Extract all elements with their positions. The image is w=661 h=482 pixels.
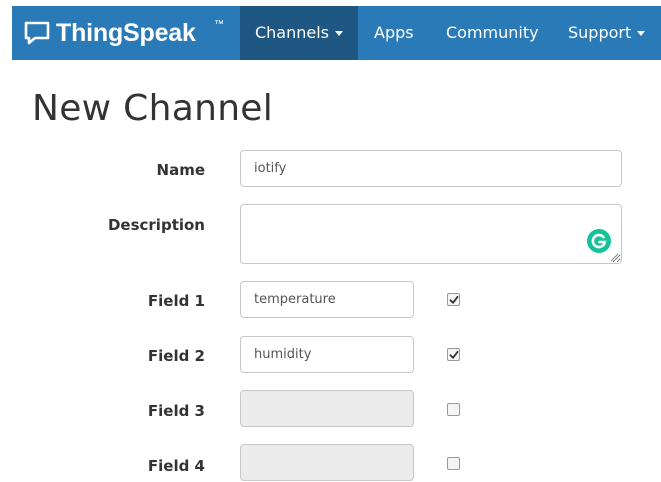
nav-support-label: Support (568, 23, 632, 42)
nav-apps-label: Apps (374, 23, 414, 42)
nav-channels-label: Channels (254, 23, 330, 42)
brand-name: ThingSpeak (56, 19, 196, 47)
field4-input[interactable] (240, 444, 414, 481)
nav-support[interactable]: Support (568, 6, 646, 60)
checkmark-icon (449, 350, 459, 359)
description-label: Description (107, 216, 205, 234)
brand-logo[interactable]: ThingSpeak ™ (12, 6, 240, 60)
top-navbar: ThingSpeak ™ Channels Apps Community Sup… (12, 6, 661, 60)
field1-label: Field 1 (147, 292, 205, 310)
page-title: New Channel (32, 88, 274, 129)
field3-label: Field 3 (147, 402, 205, 420)
name-input[interactable] (240, 150, 622, 187)
nav-community[interactable]: Community (446, 6, 539, 60)
resize-grip-icon[interactable] (609, 252, 619, 262)
description-textarea[interactable] (240, 204, 622, 264)
chevron-down-icon (637, 31, 646, 36)
grammarly-g-icon (591, 233, 607, 249)
chevron-down-icon (335, 31, 344, 36)
field2-input[interactable] (240, 336, 414, 373)
grammarly-icon[interactable] (587, 229, 611, 253)
field3-input[interactable] (240, 390, 414, 427)
name-label: Name (156, 161, 205, 179)
checkmark-icon (449, 295, 459, 304)
field3-checkbox[interactable] (447, 403, 460, 416)
field4-label: Field 4 (147, 457, 205, 475)
brand-trademark: ™ (214, 19, 224, 30)
field4-checkbox[interactable] (447, 457, 460, 470)
field1-input[interactable] (240, 281, 414, 318)
nav-channels[interactable]: Channels (240, 6, 358, 60)
field1-checkbox[interactable] (447, 293, 460, 306)
nav-community-label: Community (446, 23, 539, 42)
field2-label: Field 2 (147, 347, 205, 365)
speech-bubble-icon (24, 21, 50, 45)
nav-apps[interactable]: Apps (374, 6, 414, 60)
field2-checkbox[interactable] (447, 348, 460, 361)
